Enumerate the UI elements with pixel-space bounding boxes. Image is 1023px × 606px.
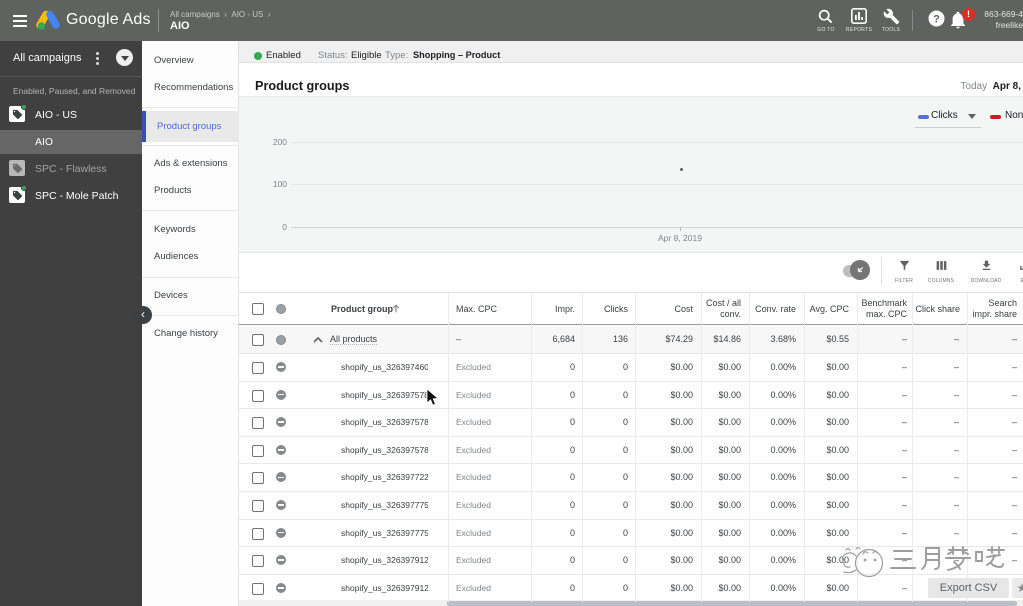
svg-text:?: ? [933, 13, 940, 25]
